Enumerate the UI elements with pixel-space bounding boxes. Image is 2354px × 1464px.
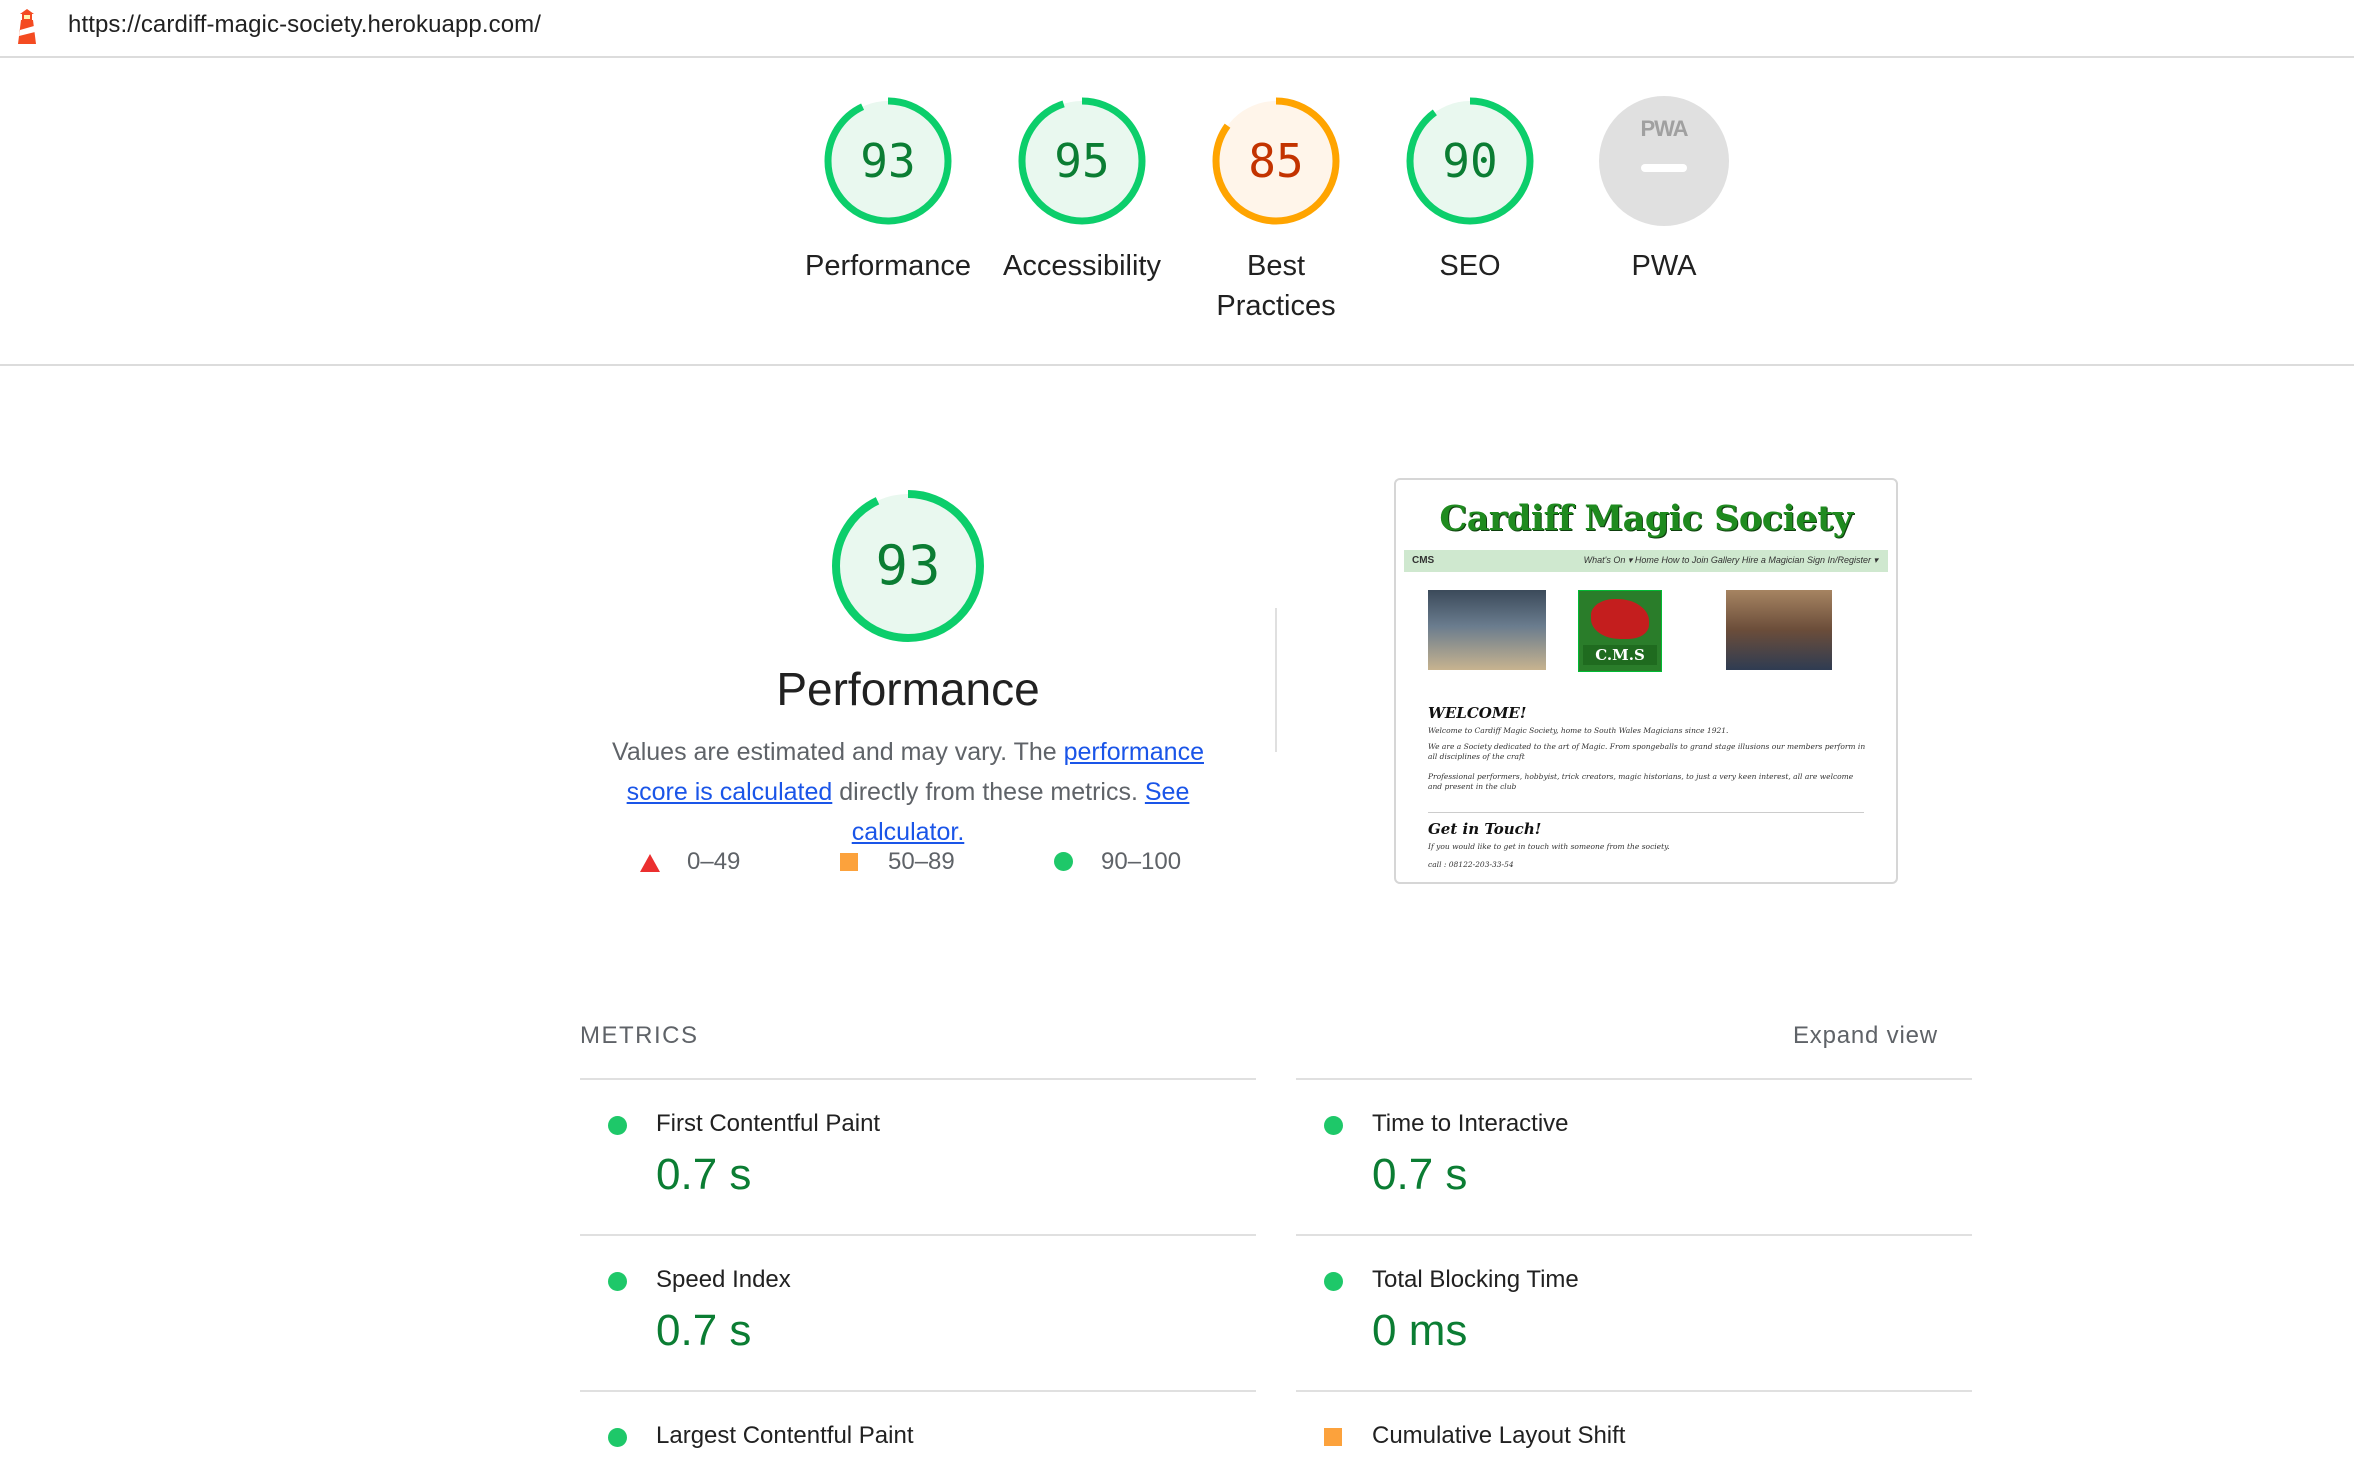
legend-range: 0–49 — [687, 848, 741, 875]
pass-circle-icon — [608, 1428, 627, 1447]
legend-range: 50–89 — [888, 848, 955, 875]
metric-largest-contentful-paint: Largest Contentful Paint — [580, 1390, 1256, 1464]
description-text: Values are estimated and may vary. The — [612, 738, 1064, 766]
pass-circle-icon — [1324, 1116, 1343, 1135]
gauge-label: Accessibility — [1003, 250, 1161, 282]
gauge-score: 93 — [860, 134, 916, 188]
gauge-pwa[interactable]: PWA PWA — [1574, 96, 1754, 286]
average-square-icon — [840, 853, 858, 871]
category-gauges: 93 Performance 95 Accessibility 85 Best … — [0, 56, 2354, 366]
metric-title: Speed Index — [656, 1266, 791, 1293]
contact-text: If you would like to get in touch with s… — [1428, 842, 1670, 851]
welcome-text: Welcome to Cardiff Magic Society, home t… — [1428, 726, 1729, 735]
metric-time-to-interactive: Time to Interactive 0.7 s — [1296, 1078, 1972, 1234]
page-url: https://cardiff-magic-society.herokuapp.… — [68, 11, 542, 38]
legend-range: 90–100 — [1101, 848, 1182, 875]
metric-title: Largest Contentful Paint — [656, 1422, 914, 1449]
pass-circle-icon — [608, 1116, 627, 1135]
metric-cumulative-layout-shift: Cumulative Layout Shift — [1296, 1390, 1972, 1464]
divider — [1428, 812, 1864, 813]
society-logo-image: C.M.S — [1578, 590, 1662, 672]
meeting-photo — [1726, 590, 1832, 670]
performance-score: 93 — [875, 534, 941, 597]
metric-title: Cumulative Layout Shift — [1372, 1422, 1626, 1449]
fail-triangle-icon — [640, 854, 660, 872]
gauge-label: SEO — [1439, 250, 1501, 282]
gauge-accessibility[interactable]: 95 Accessibility — [992, 96, 1172, 286]
gauge-score: 85 — [1248, 134, 1304, 188]
top-bar: https://cardiff-magic-society.herokuapp.… — [0, 0, 2354, 58]
metric-speed-index: Speed Index 0.7 s — [580, 1234, 1256, 1390]
welcome-text: Professional performers, hobbyist, trick… — [1428, 772, 1854, 791]
average-square-icon — [1324, 1428, 1342, 1446]
metric-title: Total Blocking Time — [1372, 1266, 1579, 1293]
logo-text: C.M.S — [1583, 645, 1657, 665]
pwa-dash — [1641, 164, 1687, 172]
metric-total-blocking-time: Total Blocking Time 0 ms — [1296, 1234, 1972, 1390]
section-divider — [1275, 608, 1277, 752]
contact-phone: call : 08122-203-33-54 — [1428, 860, 1514, 869]
metric-value: 0 ms — [1372, 1306, 1468, 1355]
performance-gauge: 93 — [830, 488, 986, 644]
gauge-label: Best Practices — [1216, 250, 1336, 322]
gauge-label: Performance — [804, 250, 971, 282]
pass-circle-icon — [1324, 1272, 1343, 1291]
gauge-performance[interactable]: 93 Performance — [798, 96, 978, 286]
pass-circle-icon — [608, 1272, 627, 1291]
metrics-heading: METRICS — [580, 1022, 699, 1049]
site-navbar: CMS What's On ▾ Home How to Join Gallery… — [1404, 550, 1888, 572]
site-title: Cardiff Magic Society — [1439, 498, 1853, 539]
members-photo — [1428, 590, 1546, 670]
gauge-score: 90 — [1442, 134, 1498, 188]
metric-title: First Contentful Paint — [656, 1110, 881, 1137]
gauge-best-practices[interactable]: 85 Best Practices — [1186, 96, 1366, 326]
gauge-label: PWA — [1631, 250, 1697, 282]
expand-view-toggle[interactable]: Expand view — [1793, 1022, 1938, 1050]
gauge-seo[interactable]: 90 SEO — [1380, 96, 1560, 286]
metric-value: 0.7 s — [656, 1306, 752, 1355]
performance-description: Values are estimated and may vary. The p… — [580, 732, 1236, 852]
pwa-badge-icon: PWA — [1599, 96, 1729, 226]
metric-value: 0.7 s — [1372, 1150, 1468, 1199]
lighthouse-icon — [18, 9, 36, 44]
welsh-dragon-icon — [1591, 599, 1649, 639]
pass-circle-icon — [1054, 852, 1073, 871]
metric-title: Time to Interactive — [1372, 1110, 1569, 1137]
site-nav-links: What's On ▾ Home How to Join Gallery Hir… — [1583, 555, 1878, 565]
welcome-heading: WELCOME! — [1428, 704, 1527, 722]
site-nav-brand: CMS — [1412, 555, 1435, 566]
metric-value: 0.7 s — [656, 1150, 752, 1199]
metric-first-contentful-paint: First Contentful Paint 0.7 s — [580, 1078, 1256, 1234]
pwa-badge-text: PWA — [1640, 116, 1688, 141]
gauge-score: 95 — [1054, 134, 1110, 188]
welcome-text: We are a Society dedicated to the art of… — [1428, 742, 1866, 761]
final-screenshot[interactable]: Cardiff Magic Society CMS What's On ▾ Ho… — [1394, 478, 1898, 884]
performance-title: Performance — [776, 663, 1040, 715]
contact-heading: Get in Touch! — [1428, 820, 1542, 838]
description-text: directly from these metrics. — [832, 778, 1145, 806]
